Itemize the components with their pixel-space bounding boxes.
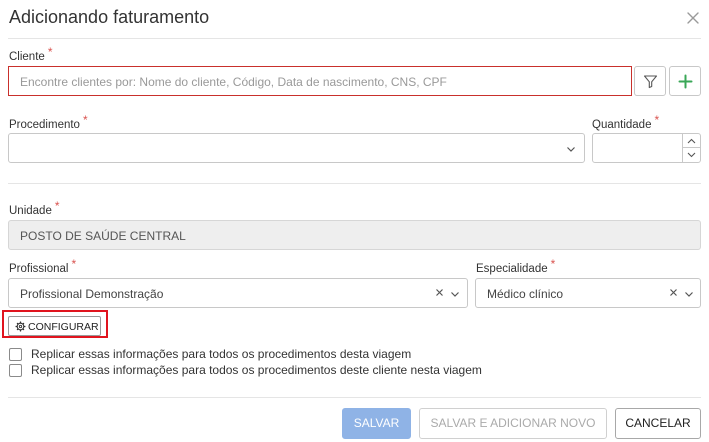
required-mark: * (550, 257, 556, 271)
close-button[interactable] (684, 9, 702, 27)
procedimento-label: Procedimento * (9, 113, 88, 131)
chevron-down-icon (685, 292, 693, 297)
chevron-down-icon (567, 147, 575, 152)
procedimento-select[interactable] (8, 133, 585, 163)
cancel-button[interactable]: CANCELAR (615, 408, 701, 439)
replicar-cliente-label: Replicar essas informações para todos os… (31, 363, 482, 377)
cliente-search-input[interactable]: Encontre clientes por: Nome do cliente, … (8, 66, 632, 96)
decrement-button[interactable] (683, 148, 700, 162)
required-mark: * (54, 199, 60, 213)
filter-icon (643, 75, 658, 89)
quantidade-input[interactable] (592, 133, 701, 163)
unidade-field: POSTO DE SAÚDE CENTRAL (8, 220, 701, 250)
profissional-label: Profissional * (9, 257, 76, 275)
profissional-label-text: Profissional (9, 263, 69, 275)
especialidade-label-text: Especialidade (476, 263, 548, 275)
required-mark: * (82, 113, 88, 127)
clear-icon[interactable] (435, 288, 444, 297)
configurar-button[interactable]: CONFIGURAR (8, 316, 101, 336)
required-mark: * (71, 257, 77, 271)
close-icon (687, 12, 699, 24)
configurar-label: CONFIGURAR (28, 321, 99, 333)
chevron-down-icon (687, 152, 696, 158)
required-mark: * (654, 113, 660, 127)
replicar-viagem-label: Replicar essas informações para todos os… (31, 347, 412, 361)
modal-title: Adicionando faturamento (9, 7, 210, 27)
profissional-select[interactable]: Profissional Demonstração (8, 278, 468, 308)
cliente-label-text: Cliente (9, 51, 45, 63)
unidade-label-text: Unidade (9, 205, 52, 217)
unidade-value: POSTO DE SAÚDE CENTRAL (20, 229, 186, 243)
quantidade-label-text: Quantidade (592, 119, 652, 131)
required-mark: * (47, 45, 53, 59)
header-divider (8, 38, 701, 39)
clear-icon[interactable] (669, 288, 678, 297)
footer-divider (8, 397, 701, 398)
section-divider (8, 183, 701, 184)
replicar-viagem-checkbox[interactable] (9, 348, 22, 361)
procedimento-label-text: Procedimento (9, 119, 80, 131)
plus-icon (678, 74, 693, 89)
filter-button[interactable] (634, 66, 666, 96)
especialidade-label: Especialidade * (476, 257, 555, 275)
chevron-down-icon (451, 292, 459, 297)
chevron-up-icon (687, 138, 696, 144)
especialidade-select[interactable]: Médico clínico (475, 278, 701, 308)
quantidade-spinner (682, 134, 700, 162)
gear-icon (15, 321, 26, 332)
profissional-value: Profissional Demonstração (20, 287, 164, 301)
cliente-search-placeholder: Encontre clientes por: Nome do cliente, … (20, 75, 447, 89)
replicar-cliente-checkbox[interactable] (9, 364, 22, 377)
unidade-label: Unidade * (9, 199, 60, 217)
quantidade-label: Quantidade * (592, 113, 659, 131)
save-and-add-button[interactable]: SALVAR E ADICIONAR NOVO (419, 408, 607, 439)
cliente-label: Cliente * (9, 45, 52, 63)
increment-button[interactable] (683, 134, 700, 148)
save-button[interactable]: SALVAR (342, 408, 411, 439)
especialidade-value: Médico clínico (487, 287, 564, 301)
add-cliente-button[interactable] (669, 66, 701, 96)
